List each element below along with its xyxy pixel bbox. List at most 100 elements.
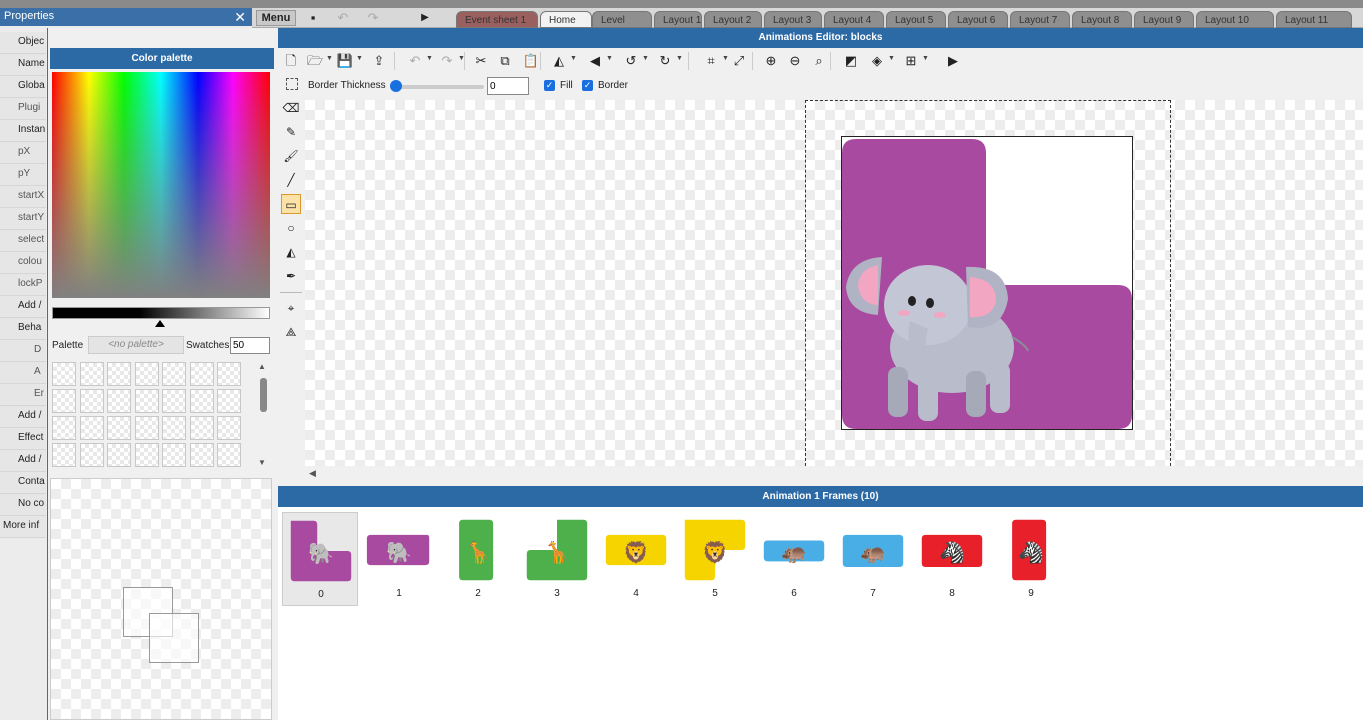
redo-icon[interactable]: ↷: [438, 52, 456, 70]
property-row[interactable]: Effect: [0, 428, 46, 450]
ellipse-tool-icon[interactable]: ○: [281, 218, 301, 238]
tab-document[interactable]: Layout 6: [948, 11, 1008, 28]
swatch[interactable]: [52, 362, 76, 386]
chevron-down-icon[interactable]: ▼: [570, 55, 577, 62]
tab-document[interactable]: Layout 1: [654, 11, 702, 28]
lightness-bar[interactable]: [52, 307, 270, 319]
property-row[interactable]: Instan: [0, 120, 46, 142]
property-row[interactable]: Add /: [0, 406, 46, 428]
swatch[interactable]: [162, 362, 186, 386]
swatch[interactable]: [189, 362, 214, 386]
property-row[interactable]: Er: [0, 384, 46, 406]
property-row[interactable]: Beha: [0, 318, 46, 340]
swatch[interactable]: [189, 389, 214, 413]
chevron-down-icon[interactable]: ▼: [356, 55, 363, 62]
primary-color-swatch[interactable]: [149, 613, 199, 663]
fill-tool-icon[interactable]: ◭: [281, 242, 301, 262]
property-row[interactable]: Add /: [0, 296, 46, 318]
property-row[interactable]: Add /: [0, 450, 46, 472]
swatch[interactable]: [134, 443, 159, 467]
drawing-canvas[interactable]: [305, 100, 1363, 466]
swatches-input[interactable]: [230, 337, 270, 354]
open-icon[interactable]: 🗁: [306, 52, 324, 70]
chevron-down-icon[interactable]: ▼: [676, 55, 683, 62]
chevron-down-icon[interactable]: ▼: [606, 55, 613, 62]
frame-thumbnail[interactable]: 🦛 6: [756, 512, 832, 606]
property-row[interactable]: select: [0, 230, 46, 252]
property-row[interactable]: lockP: [0, 274, 46, 296]
tab-home[interactable]: Home: [540, 11, 592, 28]
frame-thumbnail[interactable]: 🦁 4: [598, 512, 674, 606]
tab-document[interactable]: Layout 2: [704, 11, 762, 28]
property-row[interactable]: Plugi: [0, 98, 46, 120]
border-thickness-input[interactable]: [487, 77, 529, 95]
frame-thumbnail[interactable]: 🦒 3: [519, 512, 595, 606]
swatch[interactable]: [217, 389, 241, 413]
eraser-tool-icon[interactable]: ⌫: [281, 98, 301, 118]
swatch[interactable]: [134, 362, 159, 386]
cut-icon[interactable]: ✂: [472, 52, 490, 70]
property-row[interactable]: pY: [0, 164, 46, 186]
color-spectrum[interactable]: [52, 72, 270, 298]
frame-thumbnail[interactable]: 🦁 5: [677, 512, 753, 606]
rotate-cw-icon[interactable]: ↻: [656, 52, 674, 70]
scroll-down-icon[interactable]: ▼: [258, 458, 266, 467]
property-row[interactable]: colou: [0, 252, 46, 274]
chevron-down-icon[interactable]: ▼: [426, 55, 433, 62]
zoom-reset-icon[interactable]: ⌕: [810, 52, 828, 70]
frame-thumbnail[interactable]: 🐘 0: [282, 512, 358, 606]
property-row[interactable]: Objec: [0, 32, 46, 54]
swatch[interactable]: [107, 416, 131, 440]
swatch[interactable]: [162, 416, 186, 440]
border-checkbox[interactable]: ✓: [582, 80, 593, 91]
property-row[interactable]: Name: [0, 54, 46, 76]
paste-icon[interactable]: 📋: [522, 52, 540, 70]
resize-icon[interactable]: ⤢: [730, 52, 748, 70]
property-row[interactable]: startX: [0, 186, 46, 208]
property-row[interactable]: Globa: [0, 76, 46, 98]
border-thickness-slider-thumb[interactable]: [390, 80, 402, 92]
zoom-in-icon[interactable]: ⊕: [762, 52, 780, 70]
pencil-tool-icon[interactable]: ✎: [281, 122, 301, 142]
swatch[interactable]: [162, 443, 186, 467]
play-icon[interactable]: ▶: [944, 52, 962, 70]
flip-horizontal-icon[interactable]: ◭: [550, 52, 568, 70]
new-icon[interactable]: 🗋: [282, 52, 300, 70]
fill-checkbox[interactable]: ✓: [544, 80, 555, 91]
copy-icon[interactable]: ⧉: [496, 52, 514, 70]
swatch[interactable]: [52, 389, 76, 413]
swatch[interactable]: [134, 389, 159, 413]
zoom-out-icon[interactable]: ⊖: [786, 52, 804, 70]
run-icon[interactable]: ▶: [416, 9, 434, 27]
close-icon[interactable]: ✕: [234, 8, 246, 26]
redo-icon[interactable]: ↷: [364, 9, 382, 27]
swatch[interactable]: [217, 416, 241, 440]
chevron-down-icon[interactable]: ▼: [642, 55, 649, 62]
origin-tool-icon[interactable]: ⌖: [281, 298, 301, 318]
tab-document[interactable]: Layout 9: [1134, 11, 1194, 28]
menu-button[interactable]: Menu: [256, 10, 296, 26]
rectangle-tool-icon[interactable]: ▭: [281, 194, 301, 214]
property-row[interactable]: Conta: [0, 472, 46, 494]
image-points-tool-icon[interactable]: ⟁: [281, 322, 301, 342]
frame-thumbnail[interactable]: 🦓 9: [993, 512, 1069, 606]
swatch[interactable]: [79, 362, 104, 386]
tab-document[interactable]: Event sheet 1: [456, 11, 538, 28]
rotate-ccw-icon[interactable]: ↺: [622, 52, 640, 70]
scroll-up-icon[interactable]: ▲: [258, 362, 266, 371]
swatch[interactable]: [217, 362, 241, 386]
crop-icon[interactable]: ⌗: [702, 52, 720, 70]
property-row[interactable]: More inf: [0, 516, 46, 538]
tab-document[interactable]: Layout 8: [1072, 11, 1132, 28]
swatch[interactable]: [189, 443, 214, 467]
save-icon[interactable]: 💾: [336, 52, 354, 70]
property-row[interactable]: startY: [0, 208, 46, 230]
border-thickness-slider[interactable]: [396, 85, 484, 89]
swatch[interactable]: [107, 389, 131, 413]
canvas-horizontal-scrollbar[interactable]: ◀: [305, 466, 1363, 482]
tab-document[interactable]: Layout 10: [1196, 11, 1274, 28]
property-row[interactable]: A: [0, 362, 46, 384]
property-row[interactable]: D: [0, 340, 46, 362]
palette-select[interactable]: <no palette>: [88, 336, 184, 354]
swatch[interactable]: [107, 443, 131, 467]
